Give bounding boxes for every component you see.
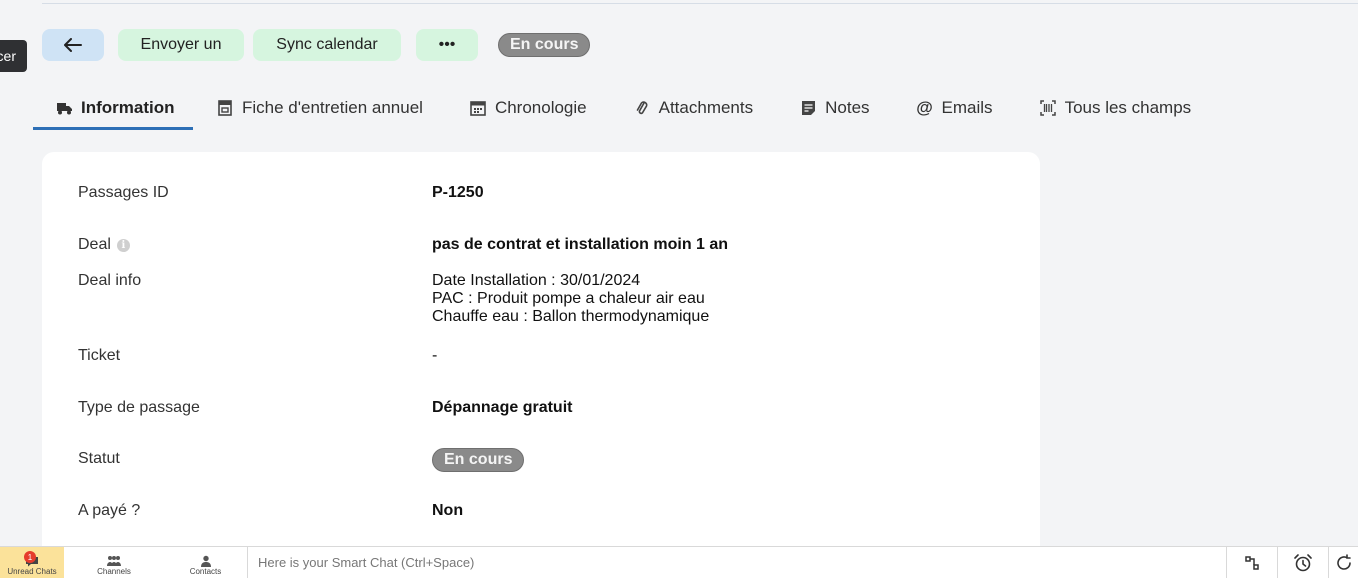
tab-emails-label: Emails xyxy=(941,98,993,117)
arrow-left-icon xyxy=(64,38,82,52)
channels-label: Channels xyxy=(97,567,131,576)
back-button[interactable] xyxy=(42,29,104,61)
field-value[interactable]: pas de contrat et installation moin 1 an xyxy=(432,236,728,254)
channels-button[interactable]: Channels xyxy=(64,547,164,578)
tab-information-label: Information xyxy=(81,98,175,117)
tab-emails[interactable]: @ Emails xyxy=(916,88,993,130)
field-label: Ticket xyxy=(78,347,121,364)
information-card: Passages ID P-1250 Deal i pas de contrat… xyxy=(42,152,1040,572)
bottom-chat-bar: 1 Unread Chats Channels Contacts xyxy=(0,546,1358,578)
bottom-action-1[interactable] xyxy=(1226,547,1277,578)
side-tooltip-text: Lancer xyxy=(0,48,16,64)
field-value: Non xyxy=(432,502,464,519)
notes-icon xyxy=(799,99,817,117)
calendar-icon xyxy=(469,99,487,117)
tab-notes-label: Notes xyxy=(825,98,870,117)
deal-info-line: Chauffe eau : Ballon thermodynamique xyxy=(432,308,710,325)
field-value: Date Installation : 30/01/2024 PAC : Pro… xyxy=(432,272,709,326)
barcode-icon xyxy=(1039,99,1057,117)
deal-info-line: Date Installation : 30/01/2024 xyxy=(432,272,641,289)
smart-chat-input[interactable] xyxy=(248,547,1226,578)
paperclip-icon xyxy=(633,99,651,117)
field-label: Type de passage xyxy=(78,399,200,416)
deal-info-line: PAC : Produit pompe a chaleur air eau xyxy=(432,290,705,307)
tab-fiche-entretien[interactable]: Fiche d'entretien annuel xyxy=(216,88,423,130)
send-button[interactable]: Envoyer un xyxy=(118,29,244,61)
unread-chats-button[interactable]: 1 Unread Chats xyxy=(0,547,64,578)
more-actions-button[interactable]: ••• xyxy=(416,29,478,61)
tab-attachments-label: Attachments xyxy=(658,98,754,117)
tab-chronologie-label: Chronologie xyxy=(494,98,587,117)
dial-pad-icon xyxy=(1245,555,1259,570)
tab-attachments[interactable]: Attachments xyxy=(633,88,754,130)
status-badge: En cours xyxy=(498,33,591,57)
field-label: Deal info xyxy=(78,272,142,289)
contacts-label: Contacts xyxy=(189,567,222,576)
field-label: Statut xyxy=(78,450,120,467)
refresh-icon xyxy=(1336,553,1351,570)
alarm-clock-icon xyxy=(1294,553,1312,571)
tab-all-label: Tous les champs xyxy=(1064,98,1192,117)
tab-chronologie[interactable]: Chronologie xyxy=(469,88,587,130)
bottom-action-3[interactable] xyxy=(1328,547,1358,578)
side-tooltip: Lancer xyxy=(0,40,27,72)
archive-icon xyxy=(216,99,234,117)
tab-fiche-label: Fiche d'entretien annuel xyxy=(242,98,423,117)
status-badge: En cours xyxy=(432,448,525,472)
field-value: P-1250 xyxy=(432,184,484,201)
truck-icon xyxy=(55,99,73,117)
tab-tous-les-champs[interactable]: Tous les champs xyxy=(1039,88,1192,130)
record-tabs: Information Fiche d'entretien annuel Chr… xyxy=(33,88,1191,130)
at-icon: @ xyxy=(916,98,933,117)
field-label: Passages ID xyxy=(78,184,169,201)
contacts-button[interactable]: Contacts xyxy=(164,547,248,578)
tab-notes[interactable]: Notes xyxy=(799,88,870,130)
field-label: Deal i xyxy=(78,236,130,254)
top-divider xyxy=(42,0,1358,4)
field-value: - xyxy=(432,347,438,364)
record-toolbar: Envoyer un Sync calendar ••• En cours xyxy=(42,28,591,62)
field-value: En cours xyxy=(432,448,525,472)
bottom-action-2[interactable] xyxy=(1277,547,1328,578)
field-value: Dépannage gratuit xyxy=(432,399,573,416)
info-icon[interactable]: i xyxy=(116,238,130,252)
tab-information[interactable]: Information xyxy=(33,88,193,130)
contacts-icon xyxy=(200,555,211,567)
field-label-text: Deal xyxy=(78,236,111,253)
sync-calendar-button[interactable]: Sync calendar xyxy=(253,29,401,61)
unread-chats-label: Unread Chats xyxy=(7,567,57,576)
channels-icon xyxy=(107,556,121,566)
field-label: A payé ? xyxy=(78,502,141,519)
unread-count-badge: 1 xyxy=(24,551,36,563)
